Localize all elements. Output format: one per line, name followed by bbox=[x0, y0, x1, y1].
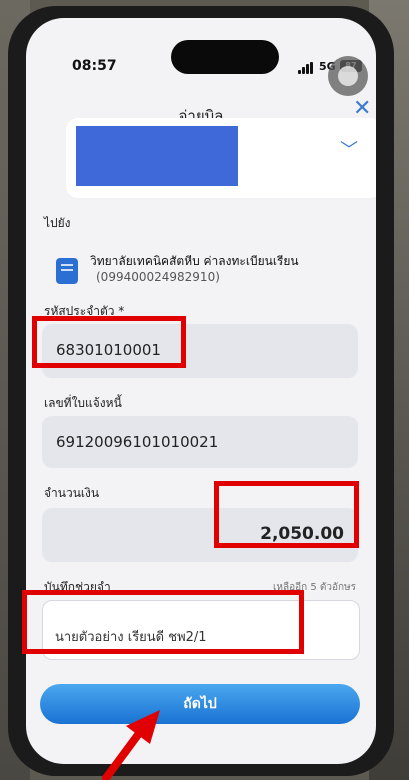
note-highlight bbox=[22, 590, 304, 654]
biller-name: วิทยาลัยเทคนิคสัตหีบ ค่าลงทะเบียนเรียน bbox=[90, 254, 299, 268]
biller-account: (099400024982910) bbox=[96, 270, 220, 284]
status-time: 08:57 bbox=[72, 58, 117, 74]
chevron-down-icon[interactable]: ﹀ bbox=[340, 136, 358, 162]
signal-icon bbox=[298, 62, 314, 74]
invoice-value: 69120096101010021 bbox=[56, 433, 219, 451]
invoice-label: เลขที่ใบแจ้งหนี้ bbox=[44, 396, 122, 410]
destination-label: ไปยัง bbox=[44, 216, 71, 230]
amount-highlight bbox=[214, 481, 359, 548]
red-arrow-icon bbox=[102, 710, 160, 780]
next-button[interactable]: ถัดไป bbox=[40, 684, 360, 724]
student-id-highlight bbox=[32, 316, 186, 368]
assistive-touch-button[interactable] bbox=[328, 56, 368, 96]
phone-frame: 08:57 5G 87 จ่ายบิล ✕ ﹀ ไปยัง วิทยาลัยเท… bbox=[8, 6, 394, 776]
biller-icon bbox=[56, 258, 78, 284]
amount-label: จำนวนเงิน bbox=[44, 486, 100, 500]
invoice-field[interactable]: 69120096101010021 bbox=[42, 416, 358, 468]
from-account-selector[interactable]: ﹀ bbox=[66, 118, 376, 198]
close-icon[interactable]: ✕ bbox=[353, 98, 371, 120]
dynamic-island bbox=[171, 40, 279, 74]
redacted-account-info bbox=[76, 126, 238, 186]
